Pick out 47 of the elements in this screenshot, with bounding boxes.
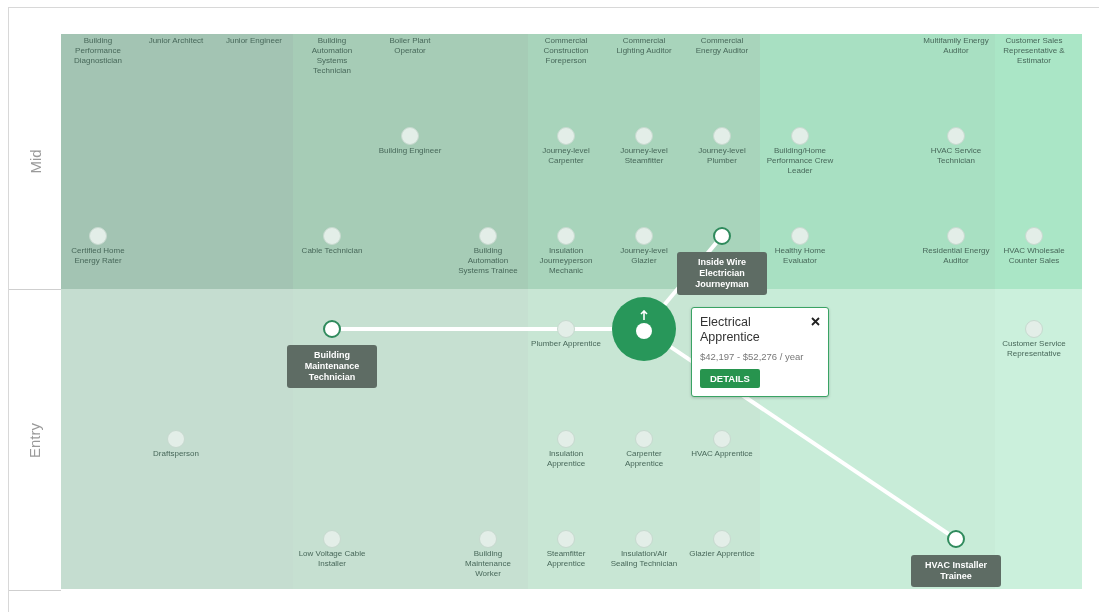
career-label[interactable]: Commercial Lighting Auditor <box>609 36 679 56</box>
career-label[interactable]: Cable Technician <box>301 246 363 256</box>
level-label: Mid <box>26 149 44 174</box>
career-label[interactable]: Insulation Journeyperson Mechanic <box>531 246 601 276</box>
salary-range: $42,197 - $52,276 / year <box>700 351 804 362</box>
career-label[interactable]: Multifamily Energy Auditor <box>921 36 991 56</box>
popup-title: Electrical Apprentice <box>700 315 761 345</box>
career-label[interactable]: Building Automation Systems Trainee <box>453 246 523 276</box>
career-label[interactable]: Certified Home Energy Rater <box>63 246 133 266</box>
node-dot <box>636 322 652 339</box>
career-label[interactable]: HVAC Wholesale Counter Sales <box>999 246 1069 266</box>
career-label[interactable]: Carpenter Apprentice <box>609 449 679 469</box>
level-label: Entry <box>26 422 44 458</box>
career-label[interactable]: Customer Service Representative <box>999 339 1069 359</box>
career-label[interactable]: Journey-level Carpenter <box>531 146 601 166</box>
career-label[interactable]: Journey-level Steamfitter <box>609 146 679 166</box>
career-label[interactable]: Healthy Home Evaluator <box>765 246 835 266</box>
career-label[interactable]: HVAC Service Technician <box>921 146 991 166</box>
career-label[interactable]: Draftsperson <box>153 449 199 459</box>
career-label[interactable]: Insulation Apprentice <box>531 449 601 469</box>
career-label[interactable]: Low Voltage Cable Installer <box>297 549 367 569</box>
career-label[interactable]: Junior Engineer <box>225 36 282 46</box>
career-label[interactable]: Journey-level Plumber <box>687 146 757 166</box>
career-label[interactable]: Residential Energy Auditor <box>921 246 991 266</box>
career-label[interactable]: Insulation/Air Sealing Technician <box>609 549 679 569</box>
career-tag[interactable]: HVAC Installer Trainee <box>911 555 1001 587</box>
close-icon <box>810 316 820 326</box>
career-label[interactable]: HVAC Apprentice <box>691 449 753 459</box>
career-label[interactable]: Junior Architect <box>148 36 204 46</box>
career-label[interactable]: Steamfitter Apprentice <box>531 549 601 569</box>
close-button[interactable] <box>809 315 821 327</box>
career-label[interactable]: Commercial Energy Auditor <box>687 36 757 56</box>
career-label[interactable]: Boiler Plant Operator <box>375 36 445 56</box>
career-label[interactable]: Glazier Apprentice <box>689 549 755 559</box>
career-tag[interactable]: Building Maintenance Technician <box>287 345 377 388</box>
career-label[interactable]: Building Maintenance Worker <box>453 549 523 579</box>
details-button[interactable]: DETAILS <box>700 369 760 388</box>
career-label[interactable]: Customer Sales Representative & Estimator <box>999 36 1069 66</box>
career-label[interactable]: Plumber Apprentice <box>531 339 601 349</box>
career-label[interactable]: Building Performance Diagnostician <box>63 36 133 66</box>
career-label[interactable]: Building/Home Performance Crew Leader <box>765 146 835 176</box>
career-label[interactable]: Building Engineer <box>378 146 442 156</box>
career-label[interactable]: Commercial Construction Foreperson <box>531 36 601 66</box>
career-label[interactable]: Building Automation Systems Technician <box>297 36 367 76</box>
career-label[interactable]: Journey-level Glazier <box>609 246 679 266</box>
up-arrow-icon <box>640 309 648 320</box>
career-tag[interactable]: Inside Wire Electrician Journeyman <box>677 252 767 295</box>
